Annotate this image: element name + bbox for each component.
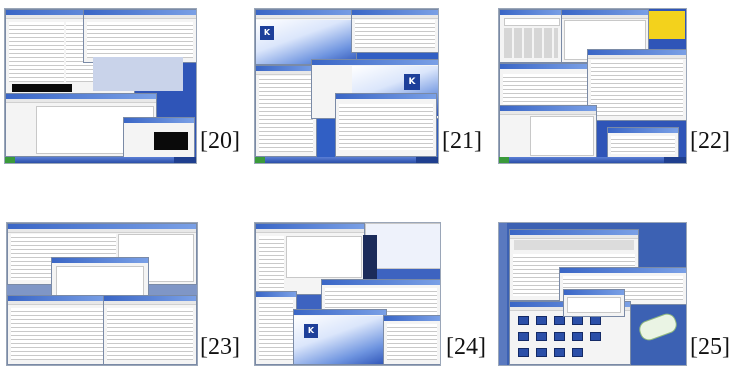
window-control-panel (93, 57, 183, 91)
screenshot-thumbnail-23[interactable] (6, 222, 198, 366)
figure-caption-22: [22] (690, 128, 730, 154)
window-browser: K (255, 9, 357, 65)
window-text (499, 105, 597, 159)
window-properties (607, 127, 679, 159)
kde-logo-icon-2: K (404, 74, 420, 90)
figure-caption-24: [24] (446, 334, 486, 360)
tag-label-icon (636, 311, 680, 343)
window-small-dialog (563, 289, 625, 317)
figure-caption-25: [25] (690, 334, 730, 360)
window-dialog (335, 93, 437, 157)
window-table (587, 49, 686, 121)
kde-logo-icon: K (260, 26, 274, 40)
kde-logo-icon: K (304, 324, 318, 338)
window-list-view (83, 9, 196, 63)
taskbar (499, 157, 686, 163)
window-sidebar (255, 291, 297, 365)
window-splash: K (293, 309, 387, 365)
window-media-player (123, 117, 195, 159)
window-navigator (255, 65, 317, 157)
window-package-list (383, 315, 440, 365)
window-calculator (499, 9, 563, 63)
window-tabbed-panel (7, 295, 109, 365)
desktop-side-panel (499, 223, 507, 365)
screenshot-thumbnail-22[interactable] (498, 8, 687, 164)
window-file-browser (103, 295, 197, 365)
taskbar (255, 157, 438, 163)
figure-caption-21: [21] (442, 128, 482, 154)
taskbar (5, 157, 196, 163)
figure-caption-23: [23] (200, 334, 240, 360)
window-settings (499, 63, 591, 109)
window-file-list (351, 9, 438, 53)
sticky-note (649, 11, 685, 39)
figure-caption-20: [20] (200, 128, 240, 154)
screenshot-thumbnail-25[interactable] (498, 222, 687, 366)
screenshot-thumbnail-21[interactable]: K K (254, 8, 439, 164)
media-preview (363, 235, 377, 285)
screenshot-thumbnail-20[interactable] (4, 8, 197, 164)
screenshot-thumbnail-24[interactable]: K (254, 222, 441, 366)
